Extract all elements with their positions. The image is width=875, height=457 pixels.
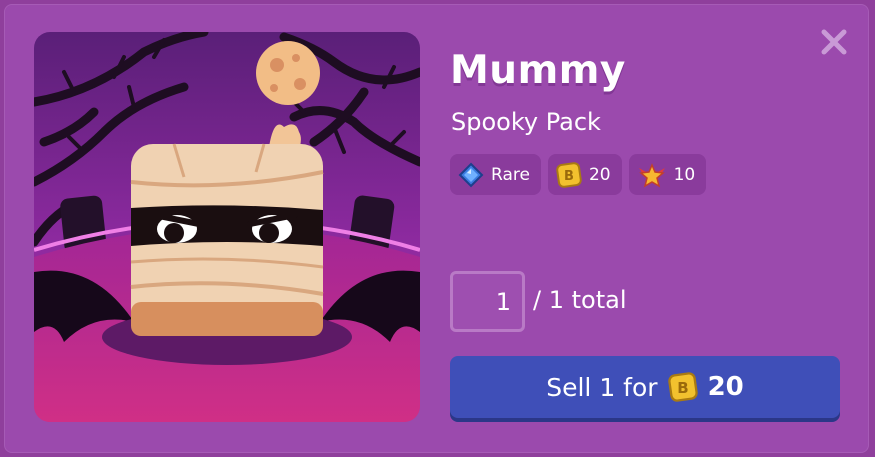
quantity-input[interactable]: 1 (450, 271, 525, 332)
sell-button[interactable]: Sell 1 for B 20 (450, 356, 840, 418)
pack-name: Spooky Pack (451, 108, 601, 136)
coin-value-label: 20 (588, 164, 611, 185)
item-title: Mummy (450, 48, 626, 93)
b-coin-icon: B (667, 372, 698, 402)
sell-button-label: Sell 1 for (546, 372, 658, 402)
svg-text:B: B (564, 169, 574, 184)
item-badges: Rare B 20 10 (450, 154, 707, 195)
coin-value-badge: B 20 (547, 154, 622, 195)
star-wings-icon (638, 162, 665, 188)
xp-label: 10 (673, 164, 696, 185)
svg-text:B: B (677, 379, 688, 397)
sell-amount: 20 (707, 372, 744, 402)
rarity-label: Rare (491, 164, 530, 185)
b-coin-icon: B (556, 161, 582, 188)
quantity-total: / 1 total (533, 286, 627, 314)
close-icon[interactable] (817, 25, 851, 59)
rarity-badge: Rare (450, 154, 541, 195)
item-artwork (34, 32, 420, 422)
xp-badge: 10 (628, 154, 707, 195)
diamond-icon (458, 162, 484, 187)
